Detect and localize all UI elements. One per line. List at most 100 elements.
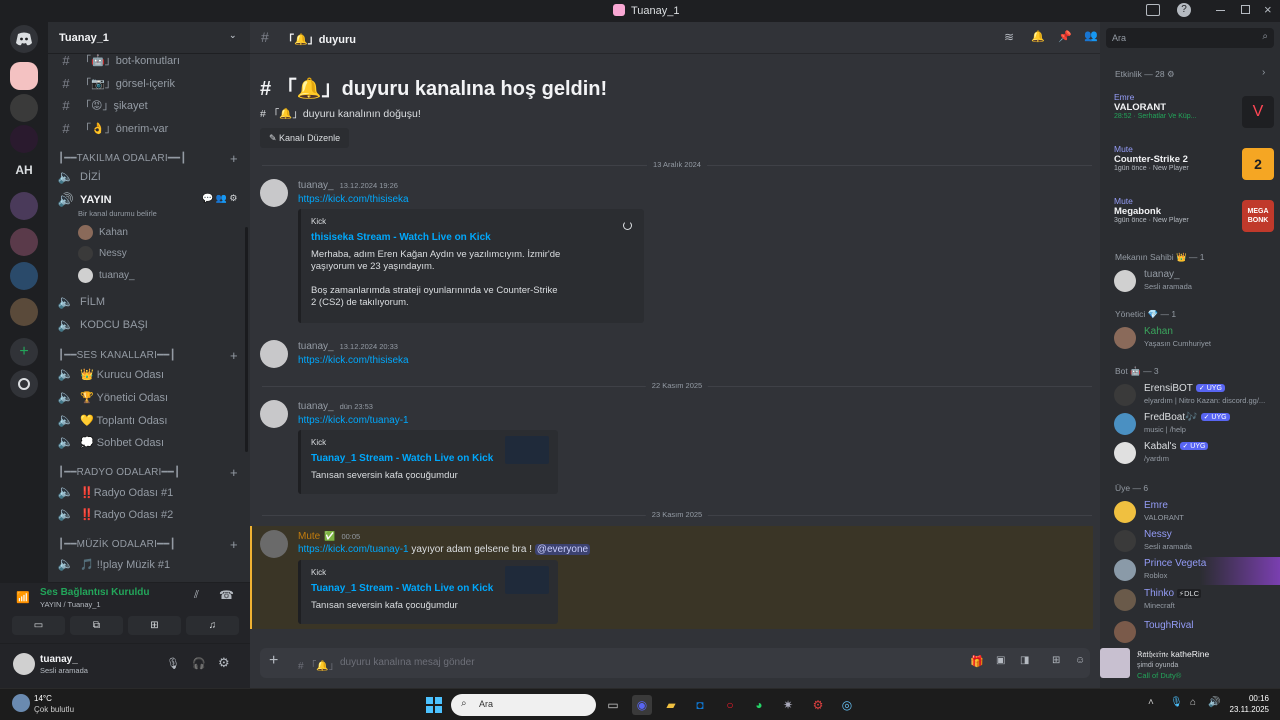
message-link[interactable]: https://kick.com/thisiseka: [298, 355, 409, 366]
threads-icon[interactable]: ≋: [1004, 30, 1014, 44]
channel-actions-icons[interactable]: 💬 👥 ⚙: [202, 193, 237, 204]
maximize-icon[interactable]: [1241, 5, 1250, 14]
voice-channel-radyo-2[interactable]: 🔈 ‼️Radyo Odası #2: [56, 504, 244, 524]
microphone-icon[interactable]: 🎙: [166, 657, 180, 670]
server-icon-tuanay[interactable]: [10, 62, 38, 90]
volume-icon[interactable]: 🔊: [1208, 697, 1220, 708]
task-view-icon[interactable]: ▭: [603, 695, 623, 715]
camera-button[interactable]: ▭: [12, 616, 65, 635]
voice-user-tuanay[interactable]: tuanay_: [78, 268, 135, 283]
whatsapp-icon[interactable]: ◕: [749, 695, 769, 715]
add-server-icon[interactable]: +: [10, 338, 38, 366]
channel-status-hint[interactable]: Bir kanal durumu belirle: [78, 209, 157, 218]
voice-status[interactable]: Ses Bağlantısı Kuruldu: [40, 587, 149, 598]
voice-user-kahan[interactable]: Kahan: [78, 225, 128, 240]
member-toughrival[interactable]: ToughRival: [1114, 619, 1274, 645]
inbox-icon[interactable]: [1146, 4, 1160, 16]
activity-card[interactable]: Mute Counter-Strike 2 1gün önce · New Pl…: [1114, 144, 1274, 190]
message-author[interactable]: tuanay_: [298, 341, 334, 352]
activity-header[interactable]: Etkinlik — 28 ⚙: [1115, 69, 1175, 80]
close-icon[interactable]: ×: [1264, 2, 1272, 17]
member-kabals[interactable]: Kabal's ✓ UYG/yardım: [1114, 440, 1274, 466]
message-link[interactable]: https://kick.com/tuanay-1: [298, 544, 409, 555]
minimize-icon[interactable]: [1216, 10, 1225, 11]
clock-time[interactable]: 00:16: [1221, 694, 1269, 703]
message-link[interactable]: https://kick.com/tuanay-1: [298, 415, 409, 426]
voice-channel-path[interactable]: YAYIN / Tuanay_1: [40, 600, 101, 609]
category-ses[interactable]: ┃━━SES KANALLARI━━┃ +: [58, 348, 250, 363]
message[interactable]: tuanay_ 13.12.2024 19:26 https://kick.co…: [260, 177, 1090, 327]
mention-everyone[interactable]: @everyone: [534, 544, 591, 555]
server-icon-ah[interactable]: AH: [10, 156, 38, 184]
message-link[interactable]: https://kick.com/thisiseka: [298, 194, 409, 205]
voice-channel-film[interactable]: 🔈 FİLM: [56, 292, 244, 312]
headphones-icon[interactable]: 🎧: [192, 657, 206, 670]
server-icon-7[interactable]: [10, 298, 38, 326]
weather-temp[interactable]: 14°C: [34, 694, 52, 703]
category-takilma[interactable]: ┃━━TAKILMA ODALARI━━┃ +: [58, 151, 250, 166]
add-channel-icon[interactable]: +: [230, 537, 238, 552]
message-composer[interactable]: + # 「🔔」 duyuru kanalına mesaj gönder 🎁 ▣…: [260, 648, 1090, 678]
member-kahan[interactable]: Kahan Yaşasın Cumhuriyet: [1114, 325, 1274, 351]
activity-card[interactable]: Emre VALORANT 28:52 · Serhatlar Ve Küp..…: [1114, 92, 1274, 138]
pin-icon[interactable]: 📌: [1058, 30, 1072, 43]
help-icon[interactable]: ?: [1177, 3, 1191, 17]
member-list-icon[interactable]: 👥: [1084, 29, 1098, 42]
discord-taskbar-icon[interactable]: ◉: [632, 695, 652, 715]
channel-onerim-var[interactable]: # 「👌」önerim-var: [56, 118, 244, 138]
voice-channel-yonetici[interactable]: 🔈 🏆 Yönetici Odası: [56, 387, 244, 407]
discover-icon[interactable]: [10, 370, 38, 398]
outlook-icon[interactable]: ◘: [690, 695, 710, 715]
network-icon[interactable]: ⌂: [1190, 697, 1196, 708]
disconnect-icon[interactable]: ☎: [219, 588, 234, 602]
avatar[interactable]: [260, 340, 288, 368]
member-nessy[interactable]: Nessy Sesli aramada: [1114, 528, 1274, 554]
windows-start-icon[interactable]: [424, 695, 444, 715]
message[interactable]: tuanay_ 13.12.2024 20:33 https://kick.co…: [260, 338, 1090, 378]
taskbar-search[interactable]: Ara ⌕: [451, 694, 596, 716]
activity-card[interactable]: Mute Megabonk 3gün önce · New Player MEG…: [1114, 196, 1274, 242]
message-author[interactable]: tuanay_: [298, 180, 334, 191]
embed-title[interactable]: thisiseka Stream - Watch Live on Kick: [311, 232, 634, 243]
voice-channel-toplanti[interactable]: 🔈 💛 Toplantı Odası: [56, 410, 244, 430]
discord-home-icon[interactable]: [10, 25, 38, 53]
message-author[interactable]: Mute: [298, 531, 320, 542]
server-icon-2[interactable]: [10, 94, 38, 122]
add-channel-icon[interactable]: +: [230, 465, 238, 480]
message[interactable]: tuanay_ dün 23:53 https://kick.com/tuana…: [260, 398, 1090, 498]
voice-channel-kurucu[interactable]: 🔈 👑 Kurucu Odası: [56, 364, 244, 384]
member-emre[interactable]: Emre VALORANT: [1114, 499, 1274, 525]
message[interactable]: Mute ✅ 00:05 https://kick.com/tuanay-1 y…: [260, 528, 1090, 628]
member-fredboat[interactable]: FredBoat🎶 ✓ UYG music | /help: [1114, 411, 1274, 437]
avatar[interactable]: [260, 530, 288, 558]
bell-icon[interactable]: 🔔: [1031, 30, 1045, 43]
user-avatar[interactable]: [13, 653, 35, 675]
member-erensibot[interactable]: ErensiBOT ✓ UYG elyardım | Nitro Kazan: di…: [1114, 382, 1274, 408]
voice-channel-muzik-1[interactable]: 🔈 🎵 !!play Müzik #1: [56, 554, 244, 574]
clock-date[interactable]: 23.11.2025: [1221, 705, 1269, 714]
gift-icon[interactable]: 🎁: [970, 655, 984, 668]
activities-button[interactable]: ⊞: [128, 616, 181, 635]
app-icon-2[interactable]: ⚙: [808, 695, 828, 715]
emoji-icon[interactable]: ☺: [1075, 655, 1085, 666]
voice-channel-dizi[interactable]: 🔈 DİZİ: [56, 167, 244, 187]
tray-mic-icon[interactable]: 🎙: [1170, 697, 1183, 708]
channel-gorsel-icerik[interactable]: # 「📷」görsel-içerik: [56, 73, 244, 93]
scrollbar[interactable]: [245, 227, 248, 452]
member-tuanay[interactable]: tuanay_ Sesli aramada: [1114, 268, 1274, 294]
file-explorer-icon[interactable]: ▰: [661, 695, 681, 715]
category-radyo[interactable]: ┃━━RADYO ODALARI━━┃ +: [58, 465, 250, 480]
member-thinko[interactable]: Thinko ⚡DLC Minecraft: [1114, 587, 1274, 613]
noise-suppression-icon[interactable]: ⫽: [194, 589, 199, 602]
chevron-right-icon[interactable]: ›: [1262, 67, 1265, 78]
server-icon-5[interactable]: [10, 228, 38, 256]
apps-icon[interactable]: ⊞: [1052, 655, 1060, 666]
add-channel-icon[interactable]: +: [230, 348, 238, 363]
add-channel-icon[interactable]: +: [230, 151, 238, 166]
message-author[interactable]: tuanay_: [298, 401, 334, 412]
member-prince-vegeta[interactable]: Prince Vegeta Roblox: [1114, 557, 1274, 583]
soundboard-button[interactable]: ♫: [186, 616, 239, 635]
steam-icon[interactable]: ◎: [837, 695, 857, 715]
user-name[interactable]: tuanay_: [40, 654, 78, 665]
screen-share-button[interactable]: ⧉: [70, 616, 123, 635]
